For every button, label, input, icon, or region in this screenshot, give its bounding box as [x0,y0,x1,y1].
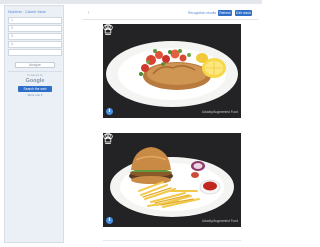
schnitzel-plate-illustration [103,24,241,118]
search-web-button[interactable]: Search the web [18,86,52,92]
browser-top-strip [0,0,262,4]
sidebar-field-3[interactable]: 3 [8,33,62,40]
sidebar-field-4[interactable]: 4 [8,41,62,48]
chevron-left-icon[interactable]: ‹ [86,10,91,16]
sidebar-field-5[interactable] [8,49,62,56]
food-image-burger[interactable]: i Udacity/Augmented Food [103,133,241,227]
left-sidebar: Nutrients · Calorie Value 1 2 3 4 Analyz… [4,5,64,243]
edit-result-button[interactable]: Edit result [235,10,252,16]
sidebar-title: Nutrients · Calorie Value [8,10,46,14]
food-image-schnitzel[interactable]: i Udacity/Augmented Food [103,24,241,118]
sidebar-field-1[interactable]: 1 [8,17,62,24]
chef-hat-icon [103,133,113,144]
burger-plate-illustration [103,133,241,227]
sidebar-field-2[interactable]: 2 [8,25,62,32]
toolbar-divider [82,19,258,20]
info-icon[interactable]: i [106,217,113,224]
app-window: Nutrients · Calorie Value 1 2 3 4 Analyz… [0,0,262,247]
content-bottom-divider [103,240,241,241]
image-caption: Udacity/Augmented Food [202,110,238,114]
more-info-link[interactable]: More info ▾ [5,93,65,98]
image-caption: Udacity/Augmented Food [202,219,238,223]
chef-hat-icon [103,24,113,35]
analyze-button[interactable]: Analyze [15,62,55,68]
results-link[interactable]: Recognition results [180,10,216,16]
sidebar-divider [8,71,62,72]
info-icon[interactable]: i [106,108,113,115]
google-logo: Google [25,78,45,84]
refresh-button[interactable]: Refresh [218,10,232,16]
